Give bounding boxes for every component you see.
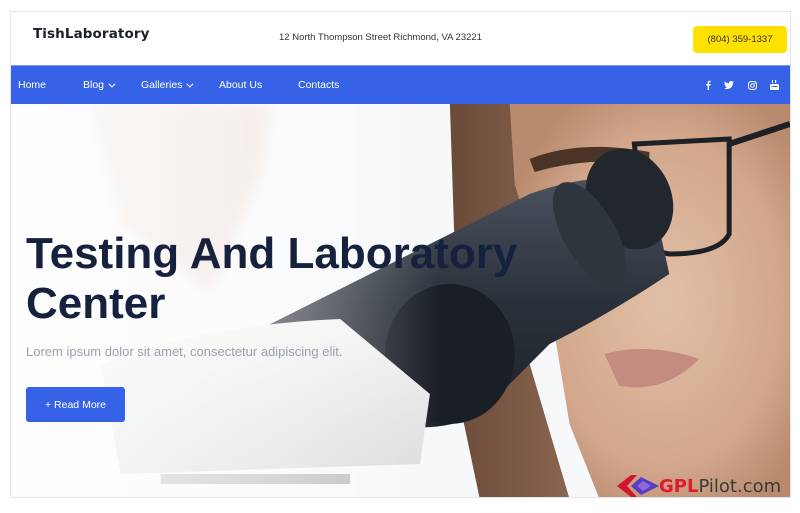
watermark-pilot: Pilot.com	[698, 475, 782, 497]
site-logo[interactable]: TishLaboratory	[33, 26, 150, 42]
nav-item-about-us[interactable]: About Us	[219, 66, 262, 104]
hero-title-line1: Testing And Laboratory	[26, 229, 518, 278]
chevron-down-icon	[108, 80, 116, 88]
nav-label: Contacts	[298, 79, 340, 91]
page-frame: TishLaboratory 12 North Thompson Street …	[10, 11, 791, 498]
phone-button[interactable]: (804) 359-1337	[693, 26, 787, 53]
facebook-icon[interactable]	[701, 66, 715, 104]
read-more-button[interactable]: + Read More	[26, 387, 125, 422]
nav-label: About Us	[219, 79, 263, 91]
hero-subtitle: Lorem ipsum dolor sit amet, consectetur …	[26, 344, 343, 359]
watermark-gpl: GPL	[659, 475, 699, 497]
hero-banner: Testing And Laboratory Center Lorem ipsu…	[11, 104, 790, 497]
chevron-down-icon	[186, 80, 194, 88]
nav-item-contacts[interactable]: Contacts	[298, 66, 339, 104]
address-text: 12 North Thompson Street Richmond, VA 23…	[279, 32, 482, 43]
hero-title: Testing And Laboratory Center	[26, 229, 546, 329]
watermark: GPL Pilot.com	[617, 473, 781, 499]
gplpilot-logo-icon	[617, 475, 659, 497]
twitter-icon[interactable]	[722, 66, 736, 104]
instagram-icon[interactable]	[745, 66, 759, 104]
nav-item-home[interactable]: Home	[18, 66, 46, 104]
nav-label: Blog	[83, 79, 105, 91]
main-nav: Home Blog Galleries About Us Contacts	[11, 65, 790, 104]
nav-label: Galleries	[141, 79, 183, 91]
nav-item-blog[interactable]: Blog	[83, 66, 116, 104]
hero-title-line2: Center	[26, 279, 166, 328]
nav-item-galleries[interactable]: Galleries	[141, 66, 194, 104]
nav-label: Home	[18, 79, 47, 91]
youtube-icon[interactable]	[767, 66, 781, 104]
top-header: TishLaboratory 12 North Thompson Street …	[11, 12, 790, 65]
